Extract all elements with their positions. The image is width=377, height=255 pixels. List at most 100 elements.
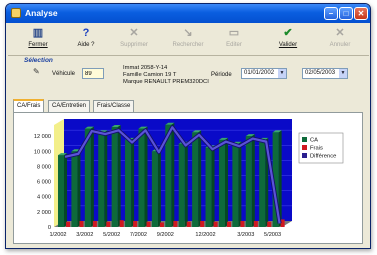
vehicle-icon: ✎ xyxy=(33,67,40,76)
selection-heading: Sélection xyxy=(24,57,53,64)
window-title: Analyse xyxy=(25,8,58,18)
validate-tool-label: Valider xyxy=(278,42,298,48)
date-to-select[interactable]: 02/05/2003 ▼ xyxy=(302,68,348,79)
ca-bar xyxy=(151,151,158,227)
frais-bar xyxy=(92,220,97,227)
frais-bar xyxy=(79,220,84,227)
ca-bar-side xyxy=(198,130,202,227)
ca-bar xyxy=(138,128,145,227)
ca-bar xyxy=(205,147,212,227)
chart-panel: 0 2 000 4 000 6 000 8 000 10 000 12 000 1/2002 3… xyxy=(13,112,363,244)
frais-bar xyxy=(186,221,191,227)
selection-panel: ✎ Véhicule Immat 2058-Y-14 Famille Camio… xyxy=(8,64,369,98)
edit-tool-label: Editer xyxy=(226,42,242,48)
frais-bar xyxy=(159,222,164,227)
x-tick-label: 3/2003 xyxy=(237,232,254,238)
edit-tool-button[interactable]: ▭ Editer xyxy=(214,26,254,55)
minimize-button[interactable]: – xyxy=(324,7,338,20)
ca-bar-side xyxy=(251,134,255,227)
ca-bar-side xyxy=(131,137,135,227)
ca-bar-side xyxy=(224,137,228,227)
ca-bar-side xyxy=(77,149,81,227)
legend-swatch xyxy=(302,153,307,158)
frais-bar xyxy=(119,220,124,227)
y-tick-label: 2 000 xyxy=(37,210,51,216)
ca-bar xyxy=(192,132,199,227)
frais-bar xyxy=(226,221,231,227)
ca-bar xyxy=(259,139,266,227)
toolbar: ▥ Fermer ? Aide ? ✕ Supprimer ↘ Recherch… xyxy=(8,24,369,56)
tab-ca-entretien[interactable]: CA/Entretien xyxy=(48,100,91,112)
tab-ca-frais[interactable]: CA/Frais xyxy=(13,99,45,112)
y-tick-label: 0 xyxy=(48,225,51,231)
date-to-value: 02/05/2003 xyxy=(305,70,336,76)
door-icon: ▥ xyxy=(32,27,44,39)
chevron-down-icon[interactable]: ▼ xyxy=(339,69,347,78)
frais-bar xyxy=(253,220,258,227)
period-label: Période xyxy=(211,72,232,78)
ca-frais-chart: 0 2 000 4 000 6 000 8 000 10 000 12 000 1/2002 3… xyxy=(34,119,344,238)
ca-bar xyxy=(98,132,105,227)
frais-bar xyxy=(146,221,151,227)
help-tool-button[interactable]: ? Aide ? xyxy=(66,26,106,55)
delete-icon: ✕ xyxy=(129,27,139,39)
maximize-button[interactable]: □ xyxy=(339,7,353,20)
x-tick-label: 12/2002 xyxy=(195,232,215,238)
x-tick-label: 1/2002 xyxy=(49,232,66,238)
frais-bar xyxy=(106,221,111,227)
chevron-down-icon[interactable]: ▼ xyxy=(278,69,286,78)
x-tick-label: 5/2002 xyxy=(103,232,120,238)
ca-bar-side xyxy=(157,149,161,227)
cancel-tool-button[interactable]: ✕ Annuler xyxy=(320,26,360,55)
delete-tool-button[interactable]: ✕ Supprimer xyxy=(114,26,154,55)
analyse-window: Analyse – □ ✕ ▥ Fermer ? Aide ? ✕ Suppri… xyxy=(5,3,371,249)
frais-bar xyxy=(66,221,71,227)
ca-bar-side xyxy=(238,141,242,227)
close-button[interactable]: ✕ xyxy=(354,7,368,20)
legend-label: Différence xyxy=(310,154,336,160)
check-icon: ✔ xyxy=(283,27,293,39)
y-tick-label: 10 000 xyxy=(34,149,51,155)
ca-bar xyxy=(58,155,65,227)
ca-bar xyxy=(71,151,78,227)
frais-bar xyxy=(200,220,205,227)
ca-bar-side xyxy=(64,153,68,227)
x-tick-label: 5/2003 xyxy=(264,232,281,238)
frais-bar xyxy=(267,221,272,227)
search-icon: ↘ xyxy=(183,27,193,39)
ca-bar-side xyxy=(90,126,94,227)
vehicle-label: Véhicule xyxy=(52,71,76,77)
x-tick-label: 3/2002 xyxy=(76,232,93,238)
ca-bar xyxy=(111,127,118,227)
ca-bar xyxy=(245,136,252,227)
close-tool-label: Fermer xyxy=(28,42,48,48)
cancel-icon: ✕ xyxy=(335,27,345,39)
edit-icon: ▭ xyxy=(228,27,240,39)
registration-text: Immat 2058-Y-14 xyxy=(123,65,168,71)
date-from-select[interactable]: 01/01/2002 ▼ xyxy=(241,68,287,79)
ca-bar xyxy=(178,143,185,227)
vehicle-input[interactable] xyxy=(82,68,104,79)
delete-tool-label: Supprimer xyxy=(120,42,148,48)
ca-bar-side xyxy=(184,141,188,227)
close-tool-button[interactable]: ▥ Fermer xyxy=(18,26,58,55)
help-tool-label: Aide ? xyxy=(77,42,95,48)
search-tool-label: Rechercher xyxy=(172,42,204,48)
validate-tool-button[interactable]: ✔ Valider xyxy=(268,26,308,55)
y-tick-label: 12 000 xyxy=(34,134,51,140)
tab-frais-classe[interactable]: Frais/Classe xyxy=(93,100,135,112)
app-icon xyxy=(11,8,21,18)
ca-bar xyxy=(125,139,132,227)
x-tick-label: 7/2002 xyxy=(130,232,147,238)
ca-bar-side xyxy=(211,145,215,227)
y-tick-label: 4 000 xyxy=(37,195,51,201)
legend-swatch xyxy=(302,137,307,142)
legend-label: CA xyxy=(310,138,318,144)
ca-bar-side xyxy=(117,125,121,227)
brand-text: Marque RENAULT PREM320DCI xyxy=(123,79,209,85)
legend-swatch xyxy=(302,145,307,150)
date-from-value: 01/01/2002 xyxy=(244,70,275,76)
title-bar: Analyse – □ ✕ xyxy=(6,4,370,23)
frais-bar xyxy=(133,220,138,227)
search-tool-button[interactable]: ↘ Rechercher xyxy=(168,26,208,55)
